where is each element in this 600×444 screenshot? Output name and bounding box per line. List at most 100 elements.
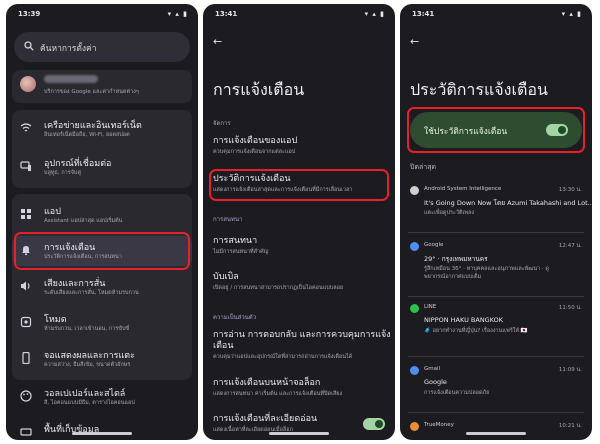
notification-text: แตะเพื่อดูประวัติเพลง xyxy=(424,210,475,216)
notification-time: 13:30 น. xyxy=(558,187,582,193)
status-time: 13:39 xyxy=(18,10,41,18)
divider xyxy=(408,412,584,413)
item-subtitle: แสดงการสนทนา ค่าเริ่มต้น และการแจ้งเตือน… xyxy=(213,391,343,397)
display-icon xyxy=(22,352,30,364)
notification-time: 11:50 น. xyxy=(558,305,582,311)
notification-entry[interactable]: Android System Intelligence 13:30 น. It'… xyxy=(408,186,592,226)
notification-entry[interactable]: LINE 11:50 น. NIPPON HAKU BANGKOK 🧳 อยาก… xyxy=(408,304,584,350)
item-title: บับเบิล xyxy=(213,272,239,282)
account-name-blurred xyxy=(44,75,98,83)
modes-icon xyxy=(20,316,32,328)
avatar xyxy=(20,76,36,92)
settings-item-network[interactable]: เครือข่ายและอินเทอร์เน็ต อินเทอร์เน็ตมือ… xyxy=(12,114,192,144)
settings-item-sound[interactable]: เสียงและการสั่น ระดับเสียงและการสั่น, โห… xyxy=(12,272,192,302)
item-title: การแจ้งเตือนที่ละเอียดอ่อน xyxy=(213,414,318,424)
section-header-conversation: การสนทนา xyxy=(213,216,243,223)
item-app-notifications[interactable]: การแจ้งเตือนของแอป ควบคุมการแจ้งเตือนจาก… xyxy=(213,136,385,156)
item-title: จอแสดงผลและการแตะ xyxy=(44,351,135,361)
gmail-icon xyxy=(410,366,419,375)
status-icons: ▾ ▴ ▮ xyxy=(364,10,385,18)
item-bubbles[interactable]: บับเบิล เปิดอยู่ / การสนทนาสามารถปรากฏเป… xyxy=(213,272,385,292)
status-icons: ▾ ▴ ▮ xyxy=(167,10,188,18)
item-lockscreen-notifications[interactable]: การแจ้งเตือนบนหน้าจอล็อก แสดงการสนทนา ค่… xyxy=(213,378,385,398)
back-arrow-icon[interactable]: ← xyxy=(410,35,419,48)
item-conversations[interactable]: การสนทนา ไม่มีการสนทนาที่สำคัญ xyxy=(213,236,385,256)
notification-title: Google xyxy=(424,378,447,386)
settings-item-apps[interactable]: แอป Assistant แอปล่าสุด แอปเริ่มต้น xyxy=(12,200,192,230)
google-account-card[interactable]: บริการของ Google และค่ากำหนดต่างๆ xyxy=(12,70,192,103)
item-title: การอ่าน การตอบกลับ และการควบคุมการแจ้ง xyxy=(213,330,391,340)
highlight-notifications xyxy=(14,232,190,270)
notification-entry[interactable]: Gmail 11:09 น. Google การแจ้งเตือนความปล… xyxy=(408,366,584,406)
gesture-bar xyxy=(72,432,132,435)
notification-title: It's Going Down Now โดย Azumi Takahashi … xyxy=(424,199,592,207)
gesture-bar xyxy=(269,432,329,435)
item-subtitle: ควบคุมว่าแอปและอุปกรณ์ใดที่สามารถอ่านการ… xyxy=(213,354,353,360)
status-bar: 13:39 ▾ ▴ ▮ xyxy=(18,10,188,22)
notification-time: 10:21 น. xyxy=(558,423,582,429)
item-title: โหมด xyxy=(44,315,67,325)
account-subtitle: บริการของ Google และค่ากำหนดต่างๆ xyxy=(44,89,139,95)
status-bar: 13:41 ▾ ▴ ▮ xyxy=(215,10,385,22)
item-subtitle: ควบคุมการแจ้งเตือนจากแต่ละแอป xyxy=(213,149,296,155)
item-subtitle: บลูทูธ, การจับคู่ xyxy=(44,170,82,176)
item-subtitle: สี, ไอคอนแบบมีธีม, ตารางไอคอนแอป xyxy=(44,400,135,406)
settings-item-connected-devices[interactable]: อุปกรณ์ที่เชื่อมต่อ บลูทูธ, การจับคู่ xyxy=(12,152,192,182)
notification-entry[interactable]: Google 12:47 น. 29° · กรุงเทพมหานคร รู้ส… xyxy=(408,242,584,294)
devices-icon xyxy=(20,161,31,171)
item-sensitive-notifications[interactable]: การแจ้งเตือนที่ละเอียดอ่อน แสดงเนื้อหาที… xyxy=(213,414,355,434)
status-time: 13:41 xyxy=(412,10,435,18)
back-arrow-icon[interactable]: ← xyxy=(213,35,222,48)
palette-icon xyxy=(20,390,32,402)
divider xyxy=(408,232,584,233)
wifi-icon xyxy=(20,123,32,132)
item-subtitle: ไม่มีการสนทนาที่สำคัญ xyxy=(213,249,269,255)
volume-icon xyxy=(21,281,30,291)
google-icon xyxy=(410,242,419,251)
notification-app: TrueMoney xyxy=(424,422,454,428)
search-icon xyxy=(24,41,34,51)
divider xyxy=(408,356,584,357)
phone-screen-notification-history: 13:41 ▾ ▴ ▮ ← ประวัติการแจ้งเตือน ใช้ประ… xyxy=(400,4,592,440)
settings-item-storage[interactable]: พื้นที่เก็บข้อมูล xyxy=(12,418,192,440)
item-title: อุปกรณ์ที่เชื่อมต่อ xyxy=(44,159,112,169)
item-subtitle: อินเทอร์เน็ตมือถือ, Wi-Fi, ฮอตสปอต xyxy=(44,132,130,138)
item-subtitle: เปิดอยู่ / การสนทนาสามารถปรากฏเป็นไอคอนแ… xyxy=(213,285,344,291)
divider xyxy=(408,296,584,297)
item-subtitle: ระดับเสียงและการสั่น, โหมดห้ามรบกวน xyxy=(44,290,139,296)
recently-dismissed-label: ปิดล่าสุด xyxy=(410,163,437,171)
item-subtitle: Assistant แอปล่าสุด แอปเริ่มต้น xyxy=(44,218,123,224)
notification-time: 11:09 น. xyxy=(558,367,582,373)
search-placeholder: ค้นหาการตั้งค่า xyxy=(40,44,97,54)
notification-app: LINE xyxy=(424,304,437,310)
item-title: เสียงและการสั่น xyxy=(44,279,106,289)
item-title: แอป xyxy=(44,207,61,217)
item-subtitle: ห้ามรบกวน, เวลาเข้านอน, การขับขี่ xyxy=(44,326,130,332)
notification-title: NIPPON HAKU BANGKOK xyxy=(424,316,503,324)
truemoney-icon xyxy=(410,422,419,431)
notification-text: รู้สึกเหมือน 36° · หาบุคคลและอนุภาพและพั… xyxy=(424,266,549,272)
settings-item-wallpaper[interactable]: วอลเปเปอร์และสไตล์ สี, ไอคอนแบบมีธีม, ตา… xyxy=(12,382,192,412)
notification-title: 29° · กรุงเทพมหานคร xyxy=(424,255,488,263)
settings-item-modes[interactable]: โหมด ห้ามรบกวน, เวลาเข้านอน, การขับขี่ xyxy=(12,308,192,338)
item-title: การสนทนา xyxy=(213,236,258,246)
settings-item-display[interactable]: จอแสดงผลและการแตะ ความสว่าง, ธีมสีเข้ม, … xyxy=(12,344,192,374)
notification-text: 🧳 อยากทำงานที่ญี่ปุ่น? เรื่องงานแฟร์ให้ … xyxy=(424,328,528,334)
status-bar: 13:41 ▾ ▴ ▮ xyxy=(412,10,582,22)
page-title: ประวัติการแจ้งเตือน xyxy=(410,80,548,99)
apps-icon xyxy=(21,209,31,219)
section-header-manage: จัดการ xyxy=(213,120,231,127)
notification-app: Gmail xyxy=(424,366,441,372)
highlight-notification-history xyxy=(209,169,389,201)
highlight-use-history xyxy=(407,107,585,153)
item-read-reply-control[interactable]: การอ่าน การตอบกลับ และการควบคุมการแจ้ง เ… xyxy=(213,330,391,361)
status-icons: ▾ ▴ ▮ xyxy=(561,10,582,18)
item-title: วอลเปเปอร์และสไตล์ xyxy=(44,389,126,399)
settings-search-bar[interactable]: ค้นหาการตั้งค่า xyxy=(14,32,190,62)
notification-text-line2: พยากรณ์อากาศแบบเต็ม xyxy=(424,274,482,280)
item-title: การแจ้งเตือนบนหน้าจอล็อก xyxy=(213,378,321,388)
item-title: การแจ้งเตือนของแอป xyxy=(213,136,298,146)
notification-time: 12:47 น. xyxy=(558,243,582,249)
sensitive-notifications-toggle[interactable] xyxy=(363,418,385,430)
android-intelligence-icon xyxy=(410,186,419,195)
